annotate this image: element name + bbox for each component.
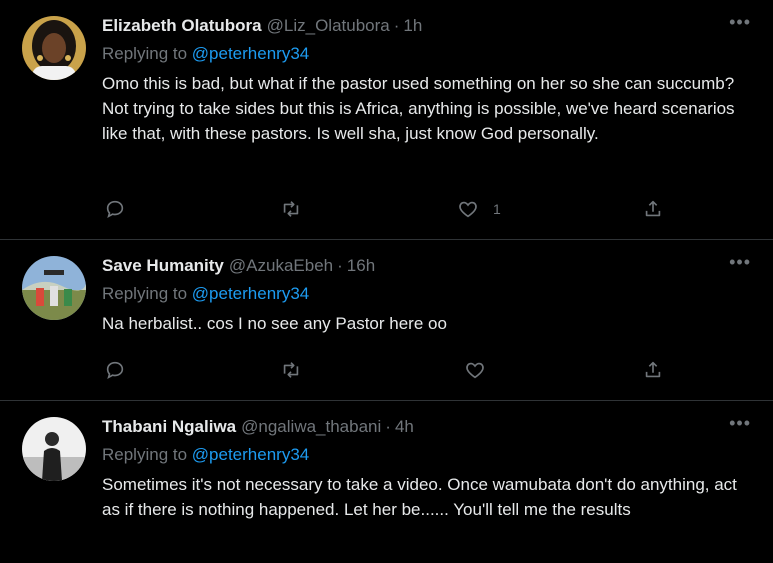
replying-to-mention[interactable]: @peterhenry34: [192, 44, 309, 63]
like-button[interactable]: 1: [457, 197, 501, 221]
share-button[interactable]: [642, 197, 664, 221]
display-name[interactable]: Save Humanity: [102, 255, 224, 277]
replying-prefix: Replying to: [102, 44, 188, 63]
more-horizontal-icon[interactable]: •••: [729, 13, 751, 31]
timestamp[interactable]: 4h: [395, 416, 414, 438]
retweet-icon: [283, 201, 299, 217]
replying-to: Replying to @peterhenry34: [102, 283, 753, 305]
more-horizontal-icon[interactable]: •••: [729, 253, 751, 271]
replying-to-mention[interactable]: @peterhenry34: [192, 445, 309, 464]
replying-to: Replying to @peterhenry34: [102, 444, 753, 466]
tweet-1[interactable]: Elizabeth Olatubora @Liz_Olatubora · 1h …: [0, 0, 773, 240]
like-count: 1: [493, 201, 501, 217]
tweet-header: Save Humanity @AzukaEbeh · 16h: [102, 255, 753, 277]
replying-prefix: Replying to: [102, 445, 188, 464]
tweet-text: Na herbalist.. cos I no see any Pastor h…: [102, 314, 447, 333]
tweet-3[interactable]: Thabani Ngaliwa @ngaliwa_thabani · 4h ••…: [0, 401, 773, 563]
tweet-header: Elizabeth Olatubora @Liz_Olatubora · 1h: [102, 15, 753, 37]
retweet-button[interactable]: [280, 197, 302, 221]
retweet-button[interactable]: [280, 358, 302, 382]
avatar-elizabeth[interactable]: [22, 16, 86, 80]
user-handle[interactable]: @Liz_Olatubora: [267, 15, 390, 37]
user-handle[interactable]: @ngaliwa_thabani: [241, 416, 381, 438]
share-button[interactable]: [642, 358, 664, 382]
display-name[interactable]: Elizabeth Olatubora: [102, 15, 262, 37]
avatar-save-humanity[interactable]: [22, 256, 86, 320]
timestamp[interactable]: 1h: [403, 15, 422, 37]
user-handle[interactable]: @AzukaEbeh: [229, 255, 333, 277]
tweet-actions: 1: [102, 197, 682, 221]
replying-to-mention[interactable]: @peterhenry34: [192, 284, 309, 303]
reply-icon: [106, 361, 124, 379]
reply-button[interactable]: [104, 358, 126, 382]
avatar-image: [22, 256, 86, 320]
tweet-text: Omo this is bad, but what if the pastor …: [102, 74, 735, 143]
avatar-image: [22, 16, 86, 80]
share-icon: [645, 361, 661, 378]
separator-dot: ·: [393, 16, 400, 35]
avatar-thabani[interactable]: [22, 417, 86, 481]
reply-feed: Elizabeth Olatubora @Liz_Olatubora · 1h …: [0, 0, 773, 563]
like-icon: [466, 362, 484, 379]
reply-button[interactable]: [104, 197, 126, 221]
tweet-text: Sometimes it's not necessary to take a v…: [102, 475, 737, 519]
display-name[interactable]: Thabani Ngaliwa: [102, 416, 236, 438]
tweet-actions: [102, 358, 682, 382]
tweet-2[interactable]: Save Humanity @AzukaEbeh · 16h ••• Reply…: [0, 240, 773, 401]
separator-dot: ·: [337, 256, 343, 275]
share-icon: [645, 200, 661, 217]
tweet-header: Thabani Ngaliwa @ngaliwa_thabani · 4h: [102, 416, 753, 438]
like-icon: [459, 201, 477, 218]
like-button[interactable]: [464, 358, 486, 382]
reply-icon: [106, 200, 124, 218]
replying-to: Replying to @peterhenry34: [102, 43, 753, 65]
avatar-image: [22, 417, 86, 481]
separator-dot: ·: [385, 417, 391, 436]
replying-prefix: Replying to: [102, 284, 188, 303]
more-horizontal-icon[interactable]: •••: [729, 414, 751, 432]
timestamp[interactable]: 16h: [347, 255, 375, 277]
retweet-icon: [283, 362, 299, 378]
